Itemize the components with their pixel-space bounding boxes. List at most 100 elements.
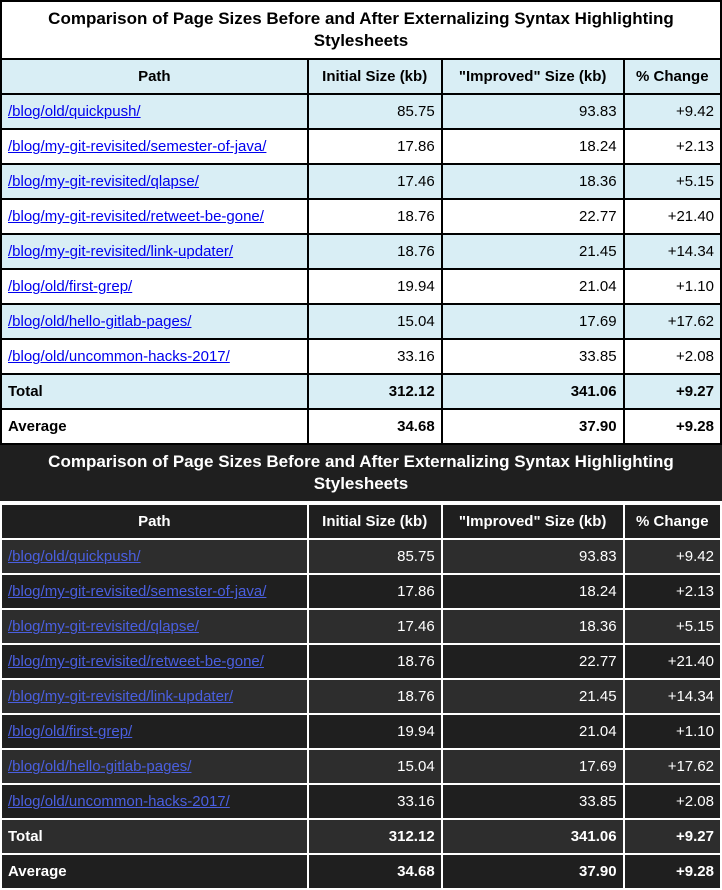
- cell-path: /blog/my-git-revisited/qlapse/: [1, 164, 308, 199]
- summary-improved: 37.90: [442, 854, 624, 889]
- summary-initial: 312.12: [308, 819, 442, 854]
- cell-path: /blog/old/first-grep/: [1, 269, 308, 304]
- cell-initial: 18.76: [308, 644, 442, 679]
- cell-improved: 22.77: [442, 199, 624, 234]
- cell-improved: 17.69: [442, 749, 624, 784]
- path-link[interactable]: /blog/my-git-revisited/semester-of-java/: [8, 583, 266, 600]
- cell-initial: 19.94: [308, 714, 442, 749]
- table-row: /blog/old/hello-gitlab-pages/15.0417.69+…: [1, 304, 721, 339]
- cell-change: +17.62: [624, 304, 721, 339]
- summary-change: +9.28: [624, 409, 721, 444]
- cell-improved: 18.36: [442, 609, 624, 644]
- summary-initial: 312.12: [308, 374, 442, 409]
- path-link[interactable]: /blog/old/first-grep/: [8, 278, 132, 295]
- summary-improved: 37.90: [442, 409, 624, 444]
- cell-change: +14.34: [624, 234, 721, 269]
- cell-path: /blog/old/hello-gitlab-pages/: [1, 304, 308, 339]
- table-caption: Comparison of Page Sizes Before and Afte…: [0, 445, 722, 503]
- path-link[interactable]: /blog/my-git-revisited/semester-of-java/: [8, 138, 266, 155]
- comparison-table-dark: Comparison of Page Sizes Before and Afte…: [0, 445, 722, 890]
- cell-initial: 17.46: [308, 609, 442, 644]
- path-link[interactable]: /blog/old/first-grep/: [8, 723, 132, 740]
- summary-row: Average34.6837.90+9.28: [1, 409, 721, 444]
- cell-initial: 18.76: [308, 199, 442, 234]
- cell-path: /blog/my-git-revisited/qlapse/: [1, 609, 308, 644]
- path-link[interactable]: /blog/old/quickpush/: [8, 103, 141, 120]
- cell-initial: 18.76: [308, 234, 442, 269]
- cell-improved: 33.85: [442, 784, 624, 819]
- path-link[interactable]: /blog/my-git-revisited/retweet-be-gone/: [8, 653, 264, 670]
- cell-initial: 17.46: [308, 164, 442, 199]
- table-row: /blog/my-git-revisited/semester-of-java/…: [1, 574, 721, 609]
- path-link[interactable]: /blog/my-git-revisited/link-updater/: [8, 243, 233, 260]
- path-link[interactable]: /blog/my-git-revisited/qlapse/: [8, 618, 199, 635]
- cell-improved: 93.83: [442, 539, 624, 574]
- cell-change: +5.15: [624, 164, 721, 199]
- summary-label: Average: [1, 409, 308, 444]
- path-link[interactable]: /blog/old/quickpush/: [8, 548, 141, 565]
- cell-initial: 17.86: [308, 129, 442, 164]
- cell-initial: 19.94: [308, 269, 442, 304]
- path-link[interactable]: /blog/old/hello-gitlab-pages/: [8, 758, 191, 775]
- cell-path: /blog/my-git-revisited/link-updater/: [1, 679, 308, 714]
- table-row: /blog/old/quickpush/85.7593.83+9.42: [1, 94, 721, 129]
- cell-path: /blog/my-git-revisited/retweet-be-gone/: [1, 644, 308, 679]
- cell-improved: 21.04: [442, 714, 624, 749]
- cell-change: +1.10: [624, 269, 721, 304]
- table-row: /blog/my-git-revisited/retweet-be-gone/1…: [1, 199, 721, 234]
- path-link[interactable]: /blog/my-git-revisited/link-updater/: [8, 688, 233, 705]
- cell-path: /blog/old/quickpush/: [1, 94, 308, 129]
- cell-improved: 21.45: [442, 679, 624, 714]
- summary-row: Average34.6837.90+9.28: [1, 854, 721, 889]
- cell-initial: 33.16: [308, 339, 442, 374]
- path-link[interactable]: /blog/my-git-revisited/retweet-be-gone/: [8, 208, 264, 225]
- cell-path: /blog/my-git-revisited/retweet-be-gone/: [1, 199, 308, 234]
- summary-label: Total: [1, 819, 308, 854]
- cell-initial: 85.75: [308, 94, 442, 129]
- cell-initial: 33.16: [308, 784, 442, 819]
- cell-initial: 18.76: [308, 679, 442, 714]
- col-header-path: Path: [1, 59, 308, 94]
- path-link[interactable]: /blog/my-git-revisited/qlapse/: [8, 173, 199, 190]
- table-row: /blog/old/quickpush/85.7593.83+9.42: [1, 539, 721, 574]
- cell-improved: 18.36: [442, 164, 624, 199]
- summary-improved: 341.06: [442, 819, 624, 854]
- cell-path: /blog/my-git-revisited/semester-of-java/: [1, 129, 308, 164]
- summary-initial: 34.68: [308, 409, 442, 444]
- table-row: /blog/old/first-grep/19.9421.04+1.10: [1, 714, 721, 749]
- cell-improved: 21.45: [442, 234, 624, 269]
- path-link[interactable]: /blog/old/uncommon-hacks-2017/: [8, 348, 230, 365]
- cell-change: +2.13: [624, 574, 721, 609]
- cell-improved: 93.83: [442, 94, 624, 129]
- summary-change: +9.27: [624, 819, 721, 854]
- summary-row: Total312.12341.06+9.27: [1, 374, 721, 409]
- cell-change: +2.08: [624, 339, 721, 374]
- path-link[interactable]: /blog/old/hello-gitlab-pages/: [8, 313, 191, 330]
- summary-label: Average: [1, 854, 308, 889]
- cell-improved: 17.69: [442, 304, 624, 339]
- cell-improved: 21.04: [442, 269, 624, 304]
- cell-path: /blog/old/uncommon-hacks-2017/: [1, 339, 308, 374]
- cell-path: /blog/old/first-grep/: [1, 714, 308, 749]
- table-row: /blog/my-git-revisited/qlapse/17.4618.36…: [1, 609, 721, 644]
- table-row: /blog/my-git-revisited/link-updater/18.7…: [1, 234, 721, 269]
- table-row: /blog/old/uncommon-hacks-2017/33.1633.85…: [1, 784, 721, 819]
- cell-change: +9.42: [624, 539, 721, 574]
- summary-row: Total312.12341.06+9.27: [1, 819, 721, 854]
- summary-initial: 34.68: [308, 854, 442, 889]
- table-row: /blog/old/first-grep/19.9421.04+1.10: [1, 269, 721, 304]
- cell-improved: 18.24: [442, 129, 624, 164]
- table-row: /blog/my-git-revisited/retweet-be-gone/1…: [1, 644, 721, 679]
- path-link[interactable]: /blog/old/uncommon-hacks-2017/: [8, 793, 230, 810]
- cell-change: +21.40: [624, 644, 721, 679]
- cell-path: /blog/my-git-revisited/semester-of-java/: [1, 574, 308, 609]
- summary-change: +9.28: [624, 854, 721, 889]
- col-header-change: % Change: [624, 59, 721, 94]
- table-row: /blog/old/uncommon-hacks-2017/33.1633.85…: [1, 339, 721, 374]
- cell-change: +5.15: [624, 609, 721, 644]
- table-row: /blog/old/hello-gitlab-pages/15.0417.69+…: [1, 749, 721, 784]
- cell-improved: 18.24: [442, 574, 624, 609]
- cell-path: /blog/old/hello-gitlab-pages/: [1, 749, 308, 784]
- cell-path: /blog/my-git-revisited/link-updater/: [1, 234, 308, 269]
- cell-change: +21.40: [624, 199, 721, 234]
